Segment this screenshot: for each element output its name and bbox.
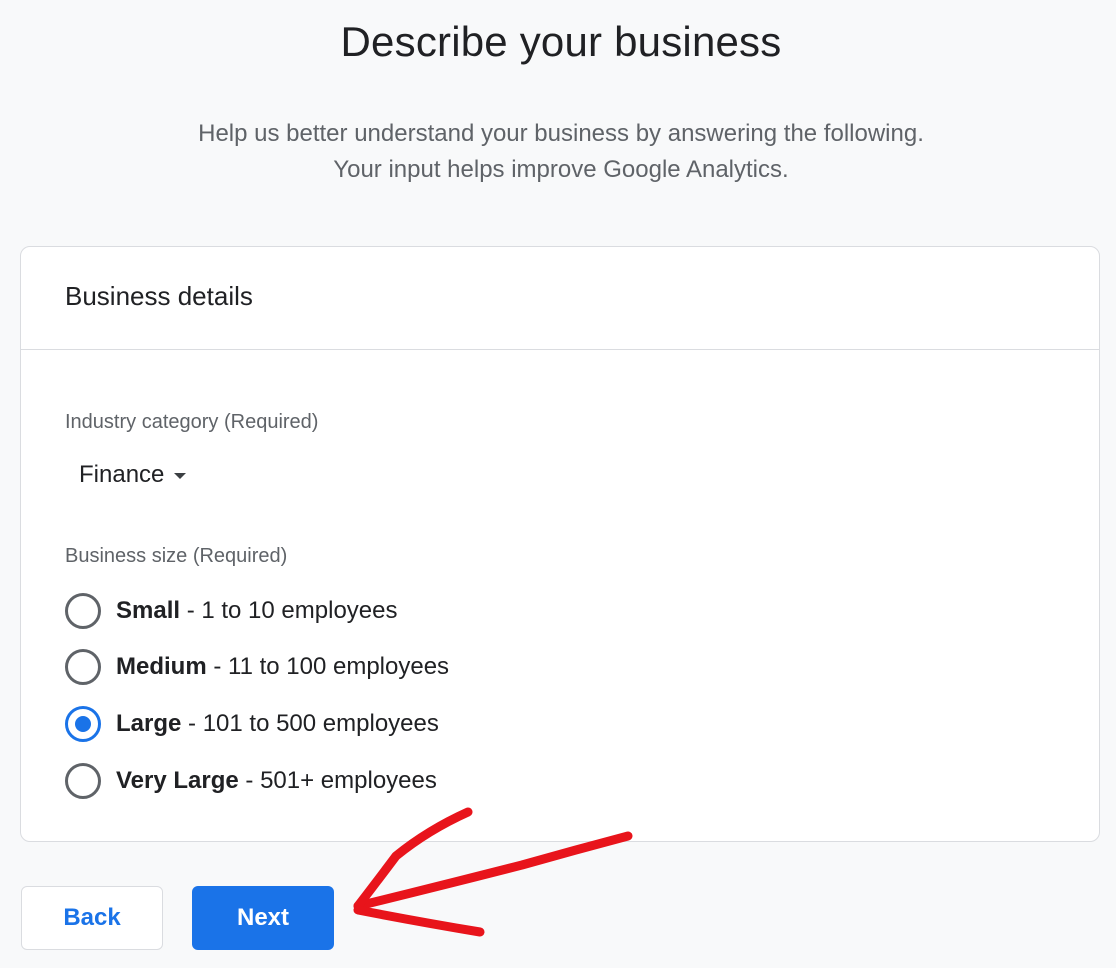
radio-option-detail: - 11 to 100 employees xyxy=(206,653,450,680)
radio-size-large[interactable]: Large - 101 to 500 employees xyxy=(65,706,439,742)
radio-option-name: Medium xyxy=(116,653,207,680)
subtitle-line-2: Your input helps improve Google Analytic… xyxy=(333,156,789,183)
card-title: Business details xyxy=(65,281,253,311)
next-button[interactable]: Next xyxy=(192,886,334,950)
radio-label: Medium - 11 to 100 employees xyxy=(116,653,449,681)
back-button[interactable]: Back xyxy=(21,886,163,950)
business-details-card: Business details Industry category (Requ… xyxy=(20,246,1100,842)
radio-button-icon[interactable] xyxy=(65,649,101,685)
caret-down-icon xyxy=(174,473,187,479)
radio-option-name: Small xyxy=(116,597,181,624)
radio-button-checked-icon[interactable] xyxy=(65,706,101,742)
radio-button-icon[interactable] xyxy=(65,763,101,799)
radio-option-name: Large xyxy=(116,710,182,737)
radio-option-detail: - 501+ employees xyxy=(238,767,437,794)
radio-button-icon[interactable] xyxy=(65,593,101,629)
radio-size-very-large[interactable]: Very Large - 501+ employees xyxy=(65,763,437,799)
radio-dot xyxy=(75,716,91,732)
radio-label: Very Large - 501+ employees xyxy=(116,767,437,795)
radio-option-detail: - 101 to 500 employees xyxy=(181,710,439,737)
radio-option-name: Very Large xyxy=(116,767,239,794)
page-subtitle: Help us better understand your business … xyxy=(0,116,1116,188)
business-size-label: Business size (Required) xyxy=(65,545,288,567)
page-title: Describe your business xyxy=(340,18,782,65)
industry-category-label: Industry category (Required) xyxy=(65,411,319,433)
card-header: Business details xyxy=(21,247,1099,350)
industry-category-select[interactable]: Finance xyxy=(79,461,187,489)
subtitle-line-1: Help us better understand your business … xyxy=(198,120,924,147)
radio-label: Large - 101 to 500 employees xyxy=(116,710,439,738)
radio-option-detail: - 1 to 10 employees xyxy=(180,597,398,624)
industry-selected-value: Finance xyxy=(79,461,165,488)
radio-size-medium[interactable]: Medium - 11 to 100 employees xyxy=(65,649,449,685)
radio-size-small[interactable]: Small - 1 to 10 employees xyxy=(65,593,397,629)
radio-label: Small - 1 to 10 employees xyxy=(116,597,397,625)
